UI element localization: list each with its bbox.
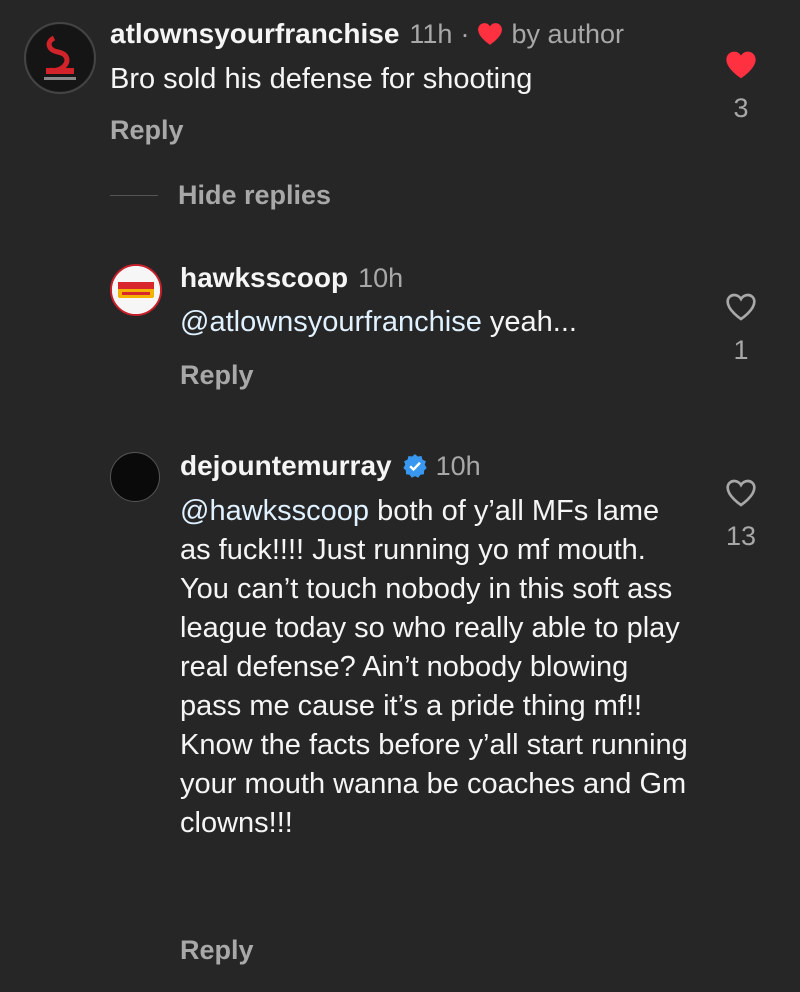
reply-text: @atlownsyourfranchise yeah... — [180, 303, 700, 342]
oyf-logo — [27, 25, 93, 91]
username[interactable]: dejountemurray — [180, 450, 392, 482]
avatar[interactable] — [110, 452, 160, 502]
hide-replies-row: Hide replies — [110, 180, 331, 211]
reply-button[interactable]: Reply — [180, 360, 254, 391]
heart-outline-icon — [726, 479, 756, 507]
mention-link[interactable]: @atlownsyourfranchise — [180, 306, 482, 338]
divider — [110, 195, 158, 196]
timestamp: 10h — [435, 450, 481, 481]
timestamp: 11h — [409, 18, 453, 49]
heart-filled-icon — [726, 51, 756, 79]
liked-by-author-label: by author — [511, 18, 625, 49]
reply-body: yeah... — [481, 306, 577, 338]
like-count: 13 — [725, 521, 757, 551]
heart-outline-icon — [726, 293, 756, 321]
hawksscoop-logo — [112, 266, 160, 314]
reply-button[interactable]: Reply — [180, 935, 254, 966]
heart-icon — [477, 22, 503, 46]
like-count: 3 — [733, 93, 749, 123]
reply-body: both of y’all MFs lame as fuck!!!! Just … — [180, 495, 688, 839]
reply-button[interactable]: Reply — [110, 115, 184, 146]
separator: · — [460, 18, 470, 49]
like-count: 1 — [733, 335, 749, 365]
hide-replies-button[interactable]: Hide replies — [178, 180, 331, 211]
username[interactable]: hawksscoop — [180, 262, 348, 294]
avatar[interactable] — [110, 264, 162, 316]
mention-link[interactable]: @hawksscoop — [180, 495, 369, 527]
timestamp: 10h — [358, 262, 404, 293]
like-button[interactable]: 13 — [711, 478, 771, 552]
like-button[interactable]: 3 — [711, 50, 771, 124]
username[interactable]: atlownsyourfranchise — [110, 18, 399, 50]
verified-badge-icon — [402, 453, 428, 479]
like-button[interactable]: 1 — [711, 292, 771, 366]
avatar[interactable] — [24, 22, 96, 94]
reply-text: @hawksscoop both of y’all MFs lame as fu… — [180, 492, 690, 843]
comment-text: Bro sold his defense for shooting — [110, 63, 533, 95]
